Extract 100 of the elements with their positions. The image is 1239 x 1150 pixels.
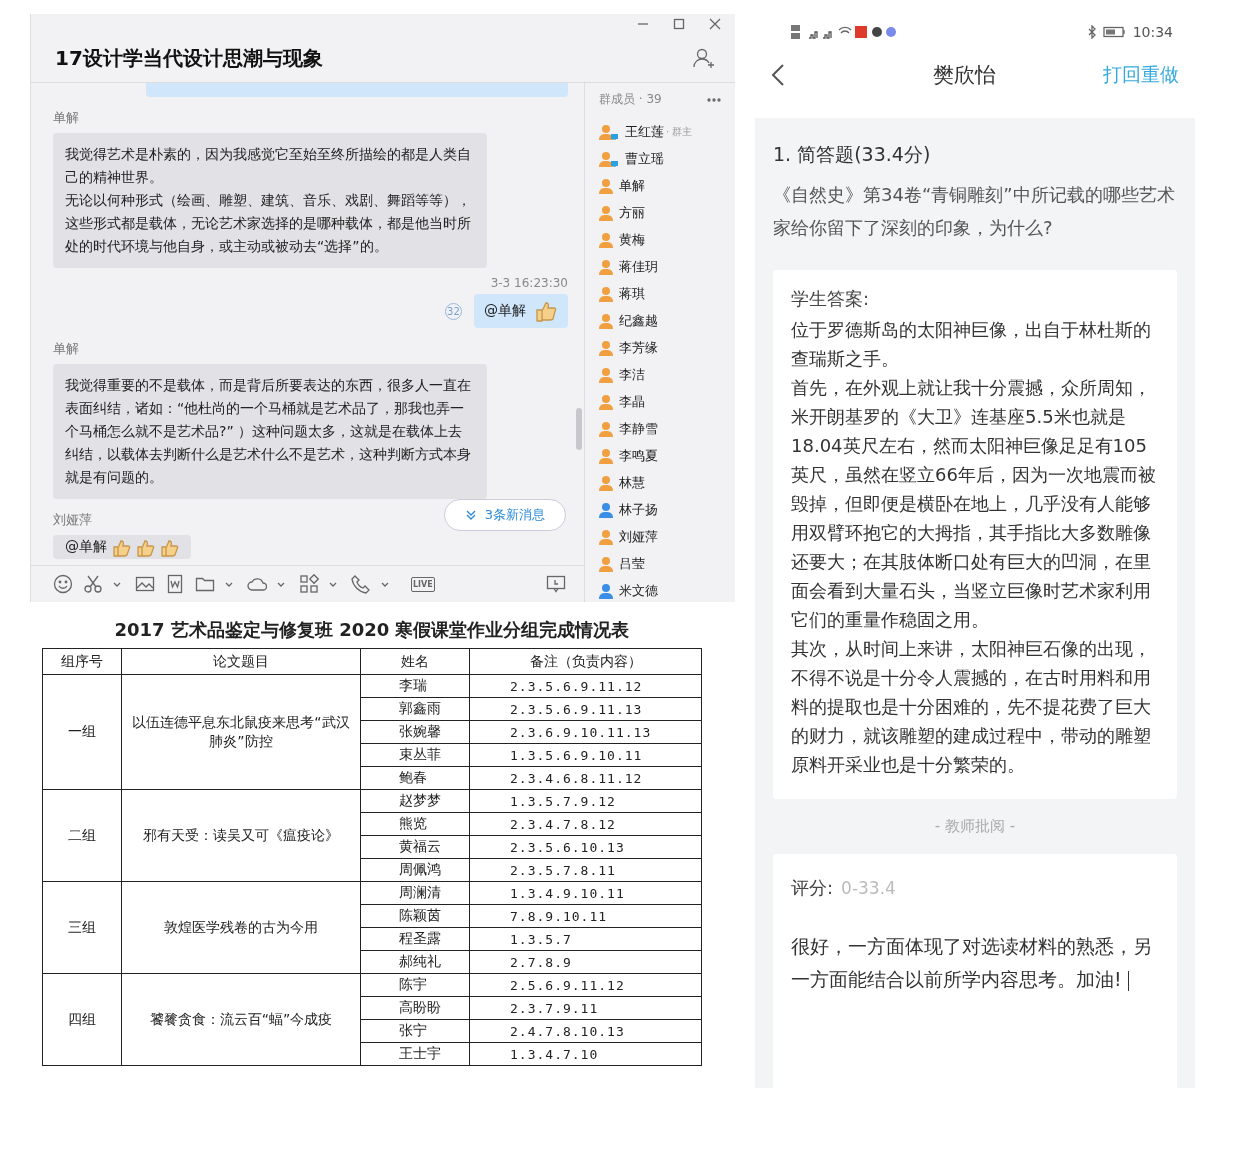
new-messages-button[interactable]: 3条新消息 xyxy=(443,499,566,531)
person-icon xyxy=(598,123,619,140)
table-cell: 1.3.4.7.10 xyxy=(469,1042,702,1066)
answer-text: 位于罗德斯岛的太阳神巨像，出自于林杜斯的查瑞斯之手。 xyxy=(791,318,1152,371)
person-icon xyxy=(598,258,613,275)
person-icon xyxy=(598,150,619,167)
member-item[interactable]: 李晶 xyxy=(598,388,735,415)
person-icon xyxy=(598,204,613,221)
table-cell: 四组 xyxy=(42,973,122,1066)
column-header: 姓名 xyxy=(360,648,470,675)
member-item[interactable]: 黄梅 xyxy=(598,226,735,253)
member-item[interactable]: 林子扬 xyxy=(598,496,735,523)
member-item[interactable]: 李静雪 xyxy=(598,415,735,442)
member-item[interactable]: 曹立瑶 xyxy=(598,145,735,172)
member-item[interactable]: 单解 xyxy=(598,172,735,199)
table-cell: 郭鑫雨 xyxy=(360,697,470,721)
screen-title: 樊欣怡 xyxy=(932,62,996,89)
document-icon[interactable] xyxy=(165,574,185,594)
window-title: 17设计学当代设计思潮与现象 xyxy=(55,44,323,72)
table-cell: 一组 xyxy=(42,674,122,790)
person-icon xyxy=(598,312,613,329)
table-cell: 郝纯礼 xyxy=(360,950,470,974)
bluetooth-icon xyxy=(1086,25,1097,39)
message-text: 无论以何种形式（绘画、雕塑、建筑、音乐、戏剧、舞蹈等等），这些形式都是载体，无论艺术家选择的是哪种载体，都是他当时所处的时代环境与他自身，或主动或被动去“选择”的。 xyxy=(65,191,472,256)
thumbs-up-icon xyxy=(111,537,131,557)
person-icon xyxy=(598,339,613,356)
scissors-icon[interactable] xyxy=(83,574,103,594)
live-button[interactable]: LIVE xyxy=(411,576,435,592)
member-item[interactable]: 纪鑫越 xyxy=(598,307,735,334)
sender-name: 单解 xyxy=(53,340,79,358)
person-icon xyxy=(598,582,613,599)
member-item[interactable]: 王红莲· 群主 xyxy=(598,118,735,145)
member-item[interactable]: 李洁 xyxy=(598,361,735,388)
add-person-icon[interactable] xyxy=(693,47,715,69)
score-field[interactable]: 0-33.4 xyxy=(839,877,964,899)
person-icon xyxy=(598,393,613,410)
table-cell: 敦煌医学残卷的古为今用 xyxy=(121,881,361,974)
table-cell: 1.3.4.9.10.11 xyxy=(469,881,702,905)
scrollbar[interactable] xyxy=(575,408,582,450)
message-text: @单解 xyxy=(65,538,107,556)
text-cursor xyxy=(1127,970,1130,991)
table-cell: 7.8.9.10.11 xyxy=(469,904,702,928)
table-cell: 周佩鸿 xyxy=(360,858,470,882)
member-item[interactable]: 蒋佳玥 xyxy=(598,253,735,280)
table-cell: 赵梦梦 xyxy=(360,789,470,813)
apps-grid-icon[interactable] xyxy=(299,574,319,594)
member-item[interactable]: 李芳缘 xyxy=(598,334,735,361)
table-cell: 王士宇 xyxy=(360,1042,470,1066)
close-icon[interactable] xyxy=(709,18,721,30)
person-icon xyxy=(598,501,613,518)
member-item[interactable]: 刘娅萍 xyxy=(598,523,735,550)
column-header: 组序号 xyxy=(42,648,122,675)
table-cell: 2.3.7.9.11 xyxy=(469,996,702,1020)
member-item[interactable]: 米文德 xyxy=(598,577,735,602)
table-cell: 程圣露 xyxy=(360,927,470,951)
person-icon xyxy=(598,285,613,302)
question-heading: 1. 简答题(33.4分) xyxy=(773,142,932,167)
table-cell: 1.3.5.7 xyxy=(469,927,702,951)
table-cell: 熊览 xyxy=(360,812,470,836)
member-item[interactable]: 蒋琪 xyxy=(598,280,735,307)
member-item[interactable]: 方丽 xyxy=(598,199,735,226)
table-cell: 邪有天受：读吴又可《瘟疫论》 xyxy=(121,789,361,882)
emoji-icon[interactable] xyxy=(53,574,73,594)
comment-field[interactable]: 很好，一方面体现了对选读材料的熟悉，另一方面能结合以前所学内容思考。加油! xyxy=(791,930,1159,996)
person-icon xyxy=(598,177,613,194)
table-cell: 2.4.7.8.10.13 xyxy=(469,1019,702,1043)
maximize-icon[interactable] xyxy=(673,18,685,30)
back-icon[interactable] xyxy=(771,63,785,87)
member-item[interactable]: 吕莹 xyxy=(598,550,735,577)
more-icon[interactable] xyxy=(707,97,721,102)
column-header: 备注（负责内容） xyxy=(469,648,702,675)
table-cell: 黄福云 xyxy=(360,835,470,859)
person-icon xyxy=(598,528,613,545)
table-cell: 2.3.6.9.10.11.13 xyxy=(469,720,702,744)
table-cell: 1.3.5.6.9.10.11 xyxy=(469,743,702,767)
table-cell: 2.3.4.6.8.11.12 xyxy=(469,766,702,790)
table-cell: 2.7.8.9 xyxy=(469,950,702,974)
question-text: 《自然史》第34卷“青铜雕刻”中所记载的哪些艺术家给你留下了深刻的印象，为什么? xyxy=(773,183,1176,240)
table-cell: 2.5.6.9.11.12 xyxy=(469,973,702,997)
sender-name: 刘娅萍 xyxy=(53,511,92,529)
person-icon xyxy=(598,447,613,464)
message-text: 我觉得艺术是朴素的，因为我感觉它至始至终所描绘的都是人类自己的精神世界。 xyxy=(65,145,472,187)
role-label: · 群主 xyxy=(665,124,693,139)
score-label: 评分: xyxy=(791,876,834,900)
answer-text: 首先，在外观上就让我十分震撼，众所周知，米开朗基罗的《大卫》连基座5.5米也就是18.04英尺左右，然而太阳神巨像足足有105英尺，虽然在竖立66年后，因为一次地震而被毁掉，但即便是横卧在地上，几乎没有人能够用双臂环抱它的大拇指，其手指比大多数雕像还要大；在其肢体断口处有巨大的凹洞，在里面会看到大量石头，当竖立巨像时艺术家利用它们的重量作稳固之用。 xyxy=(791,376,1157,632)
table-cell: 张宁 xyxy=(360,1019,470,1043)
member-item[interactable]: 林慧 xyxy=(598,469,735,496)
table-title: 2017 艺术品鉴定与修复班 2020 寒假课堂作业分组完成情况表 xyxy=(113,618,631,642)
person-icon xyxy=(598,474,613,491)
person-icon xyxy=(598,420,613,437)
section-divider-label: - 教师批阅 - xyxy=(933,817,1017,836)
chat-history-icon[interactable] xyxy=(545,574,566,594)
member-count: 群成员 · 39 xyxy=(598,91,662,108)
person-icon xyxy=(598,555,613,572)
column-header: 论文题目 xyxy=(121,648,361,675)
message-text: @单解 xyxy=(483,302,526,320)
phone-icon[interactable] xyxy=(351,574,371,594)
member-item[interactable]: 李鸣夏 xyxy=(598,442,735,469)
table-cell: 2.3.5.6.9.11.13 xyxy=(469,697,702,721)
image-icon[interactable] xyxy=(135,574,155,594)
